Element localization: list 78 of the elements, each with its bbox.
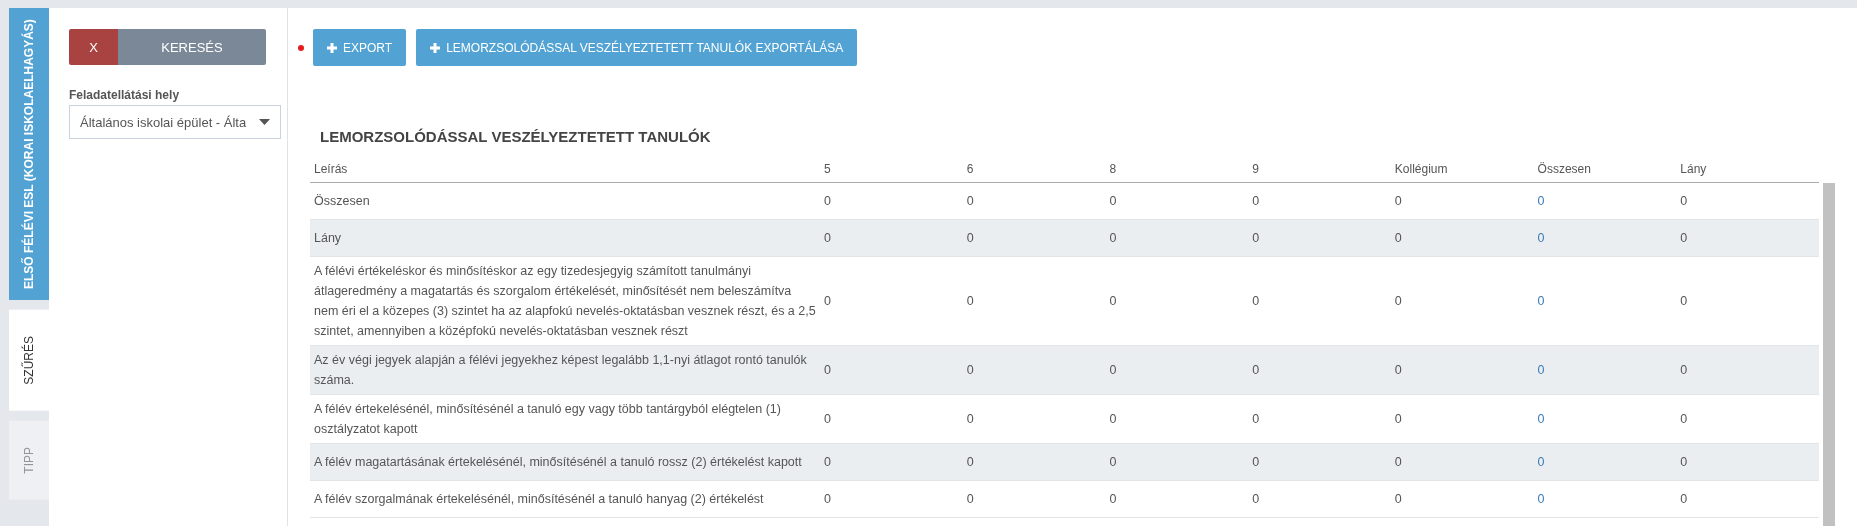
table-link[interactable]: 0: [1533, 405, 1677, 433]
table-title: LEMORZSOLÓDÁSSAL VESZÉLYEZTETETT TANULÓK: [320, 128, 712, 145]
table-cell-text: 0: [1108, 193, 1118, 210]
side-title: ELSŐ FÉLÉVI ESL (KORAI ISKOLAELHAGYÁS): [9, 8, 49, 300]
column-header: 9: [1251, 160, 1260, 178]
table-link[interactable]: 0: [1533, 356, 1677, 384]
side-tab[interactable]: SZŰRÉS: [9, 310, 49, 411]
table-cell-text: A félévi értékeléskor és minősítéskor az egy tizedesjegyig számított tanulmányi átlageredmény a magatartás és szorgalom értékelését, minősítését nem beleszámítva nem éri el a közepes (3) szintet ha az alapfokú nevelés-oktatásban vesznek részt, és a 2,5 szintet, amennyiben a középfokú nevelés-oktatásban vesznek részt: [313, 263, 817, 340]
table-cell-text: 0: [823, 454, 832, 471]
table-cell-text: 0: [1679, 411, 1689, 428]
status-dot: [298, 44, 304, 51]
table-cell-text: 0: [965, 293, 975, 310]
table-cell-text: 0: [1251, 411, 1261, 428]
table-cell-text: 0: [1393, 362, 1403, 379]
table-cell-text: A félév szorgalmának értekelésénél, minősítésénél a tanuló hanyag (2) értékelést: [313, 491, 765, 508]
field-label: Feladatellátási hely: [69, 88, 181, 102]
table-cell-text: 0: [965, 491, 975, 508]
table-link[interactable]: 0: [1533, 224, 1677, 252]
column-header: Összesen: [1536, 160, 1592, 178]
column-header: Leírás: [313, 160, 349, 178]
table-cell-text: A félév értekelésénél, minősítésénél a tanuló egy vagy több tantárgyból elégtelen (1) osztályzatot kapott: [313, 401, 782, 438]
table-cell-text: 0: [1393, 193, 1403, 210]
table-cell-text: 0: [1251, 454, 1261, 471]
table-cell-text: 0: [1679, 454, 1689, 471]
table-cell-text: 0: [1251, 362, 1261, 379]
table-cell-text: 0: [965, 411, 975, 428]
table-cell-text: 0: [823, 293, 832, 310]
table-cell-text: 0: [823, 362, 832, 379]
table-cell-text: 0: [1393, 293, 1403, 310]
location-select[interactable]: Általános iskolai épület - Álta: [69, 105, 281, 139]
column-header: Kollégium: [1393, 160, 1449, 178]
export-button[interactable]: EXPORT: [313, 29, 407, 66]
table-cell-text: 0: [965, 230, 975, 247]
column-header: 5: [823, 160, 832, 178]
table-cell-text: 0: [1679, 230, 1689, 247]
table-cell-text: 0: [823, 491, 832, 508]
table-link[interactable]: 0: [1533, 187, 1677, 215]
table-cell-text: 0: [823, 411, 832, 428]
table-cell-text: 0: [1251, 293, 1261, 310]
table-cell-text: 0: [1679, 293, 1689, 310]
table-cell-text: 0: [823, 230, 832, 247]
table-cell-text: 0: [1393, 454, 1403, 471]
search-button[interactable]: KERESÉS: [118, 29, 266, 65]
table-cell-text: Az év végi jegyek alapján a félévi jegyekhez képest legalább 1,1-nyi átlagot rontó tanulók száma.: [313, 352, 808, 389]
plus-icon: [327, 42, 337, 53]
table-cell-text: 0: [1679, 491, 1689, 508]
column-header: Lány: [1679, 160, 1708, 178]
table-cell-text: 0: [1393, 411, 1403, 428]
table-cell-text: 0: [965, 362, 975, 379]
table-cell-text: 0: [1108, 362, 1118, 379]
table-cell-text: 0: [965, 193, 975, 210]
plus-icon: [430, 42, 441, 53]
table-cell-text: 0: [1251, 230, 1261, 247]
table-link[interactable]: 0: [1533, 485, 1677, 513]
table-cell-text: 0: [1108, 411, 1118, 428]
table-cell-text: 0: [1108, 454, 1118, 471]
table-cell-text: 0: [1679, 362, 1689, 379]
table-cell-text: 0: [1251, 491, 1261, 508]
table-link[interactable]: 0: [1533, 287, 1677, 315]
table-cell-text: 0: [1679, 193, 1689, 210]
table-link[interactable]: 0: [1533, 448, 1677, 476]
caret-icon: [259, 119, 270, 125]
column-header: 8: [1108, 160, 1118, 178]
table-cell-text: 0: [1393, 230, 1403, 247]
column-header: 6: [965, 160, 975, 178]
scrollbar[interactable]: [1823, 183, 1835, 526]
table-cell-text: A félév magatartásának értekelésénél, minősítésénél a tanuló rossz (2) értékelést kapott: [313, 454, 803, 471]
table-cell-text: 0: [1108, 230, 1118, 247]
table-cell-text: 0: [1251, 193, 1261, 210]
table-cell-text: 0: [1108, 491, 1118, 508]
table-cell-text: 0: [1393, 491, 1403, 508]
table-cell-text: 0: [1108, 293, 1118, 310]
table-cell-text: Összesen: [313, 193, 371, 210]
export-button[interactable]: LEMORZSOLÓDÁSSAL VESZÉLYEZTETETT TANULÓK EXPORTÁLÁSA: [416, 29, 858, 66]
clear-button[interactable]: X: [69, 29, 118, 65]
table-cell-text: Lány: [313, 230, 343, 247]
table-cell-text: 0: [823, 193, 832, 210]
table-cell-text: 0: [965, 454, 975, 471]
